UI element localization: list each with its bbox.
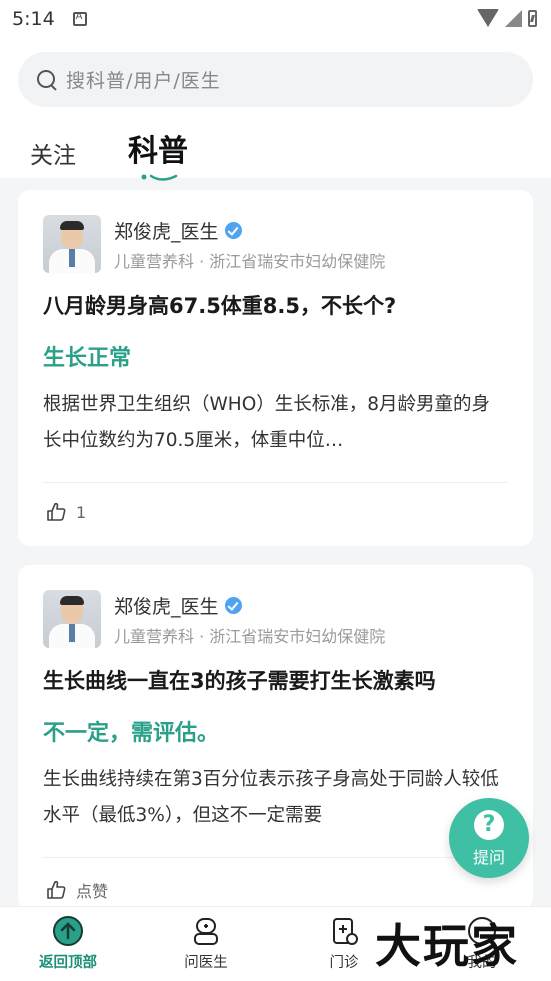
nav-ask-doctor-label: 问医生 (184, 955, 228, 971)
tab-science-label: 科普 (128, 134, 188, 169)
post-card[interactable]: 郑俊虎_医生 儿童营养科 · 浙江省瑞安市妇幼保健院 八月龄男身高67.5体重8… (18, 190, 533, 546)
doctor-name[interactable]: 郑俊虎_医生 (114, 217, 242, 244)
search-bar[interactable]: 搜科普/用户/医生 (18, 52, 533, 107)
watermark-text: 大玩家 (375, 919, 519, 973)
clinic-icon (333, 918, 358, 945)
answer-headline: 不一定，需评估。 (43, 721, 220, 746)
thumbs-up-icon (46, 502, 66, 522)
question-title[interactable]: 八月龄男身高67.5体重8.5，不长个? (43, 290, 396, 320)
like-button[interactable]: 1 (46, 502, 86, 522)
status-bar: 5:14 (0, 0, 551, 38)
status-icons (477, 9, 537, 27)
avatar[interactable] (43, 215, 101, 273)
header: 搜科普/用户/医生 关注 科普 (0, 38, 551, 181)
doctor-name-text: 郑俊虎_医生 (114, 596, 219, 618)
search-icon (36, 69, 58, 91)
thumbs-up-icon (46, 880, 66, 900)
answer-summary: 根据世界卫生组织（WHO）生长标准，8月龄男童的身长中位数约为70.5厘米，体重… (43, 394, 491, 451)
nav-clinic-label: 门诊 (329, 955, 359, 971)
question-mark-icon: ? (474, 810, 504, 840)
doctor-name[interactable]: 郑俊虎_医生 (114, 592, 242, 619)
ask-question-label: 提问 (472, 848, 505, 867)
verified-icon (224, 597, 242, 614)
question-title[interactable]: 生长曲线一直在3的孩子需要打生长激素吗 (43, 665, 436, 695)
answer-summary: 生长曲线持续在第3百分位表示孩子身高处于同龄人较低水平（最低3%），但这不一定需… (43, 769, 499, 826)
doctor-meta: 儿童营养科 · 浙江省瑞安市妇幼保健院 (114, 627, 386, 646)
tab-indicator (141, 174, 178, 181)
doctor-meta: 儿童营养科 · 浙江省瑞安市妇幼保健院 (114, 252, 386, 271)
nav-back-to-top-label: 返回顶部 (39, 955, 97, 971)
verified-icon (224, 222, 242, 239)
signal-icon (505, 9, 522, 27)
answer-headline: 生长正常 (43, 346, 132, 371)
accessibility-icon (72, 11, 87, 26)
doctor-icon (194, 918, 218, 945)
like-button[interactable]: 点赞 (46, 878, 108, 902)
tab-following[interactable]: 关注 (30, 136, 76, 170)
like-label: 点赞 (76, 882, 109, 901)
wifi-icon (477, 9, 499, 27)
nav-ask-doctor[interactable]: 问医生 (161, 915, 251, 972)
arrow-up-circle-icon (53, 916, 83, 946)
ask-question-button[interactable]: ? 提问 (449, 798, 529, 878)
doctor-name-text: 郑俊虎_医生 (114, 221, 219, 243)
search-placeholder: 搜科普/用户/医生 (66, 70, 221, 92)
divider (43, 482, 508, 483)
status-time: 5:14 (12, 8, 55, 30)
battery-icon (528, 9, 537, 27)
nav-back-to-top[interactable]: 返回顶部 (23, 915, 113, 972)
tab-bar: 关注 科普 (30, 126, 240, 181)
like-count: 1 (76, 502, 87, 522)
tab-science[interactable]: 科普 (128, 126, 188, 181)
divider (43, 857, 508, 858)
avatar[interactable] (43, 590, 101, 648)
